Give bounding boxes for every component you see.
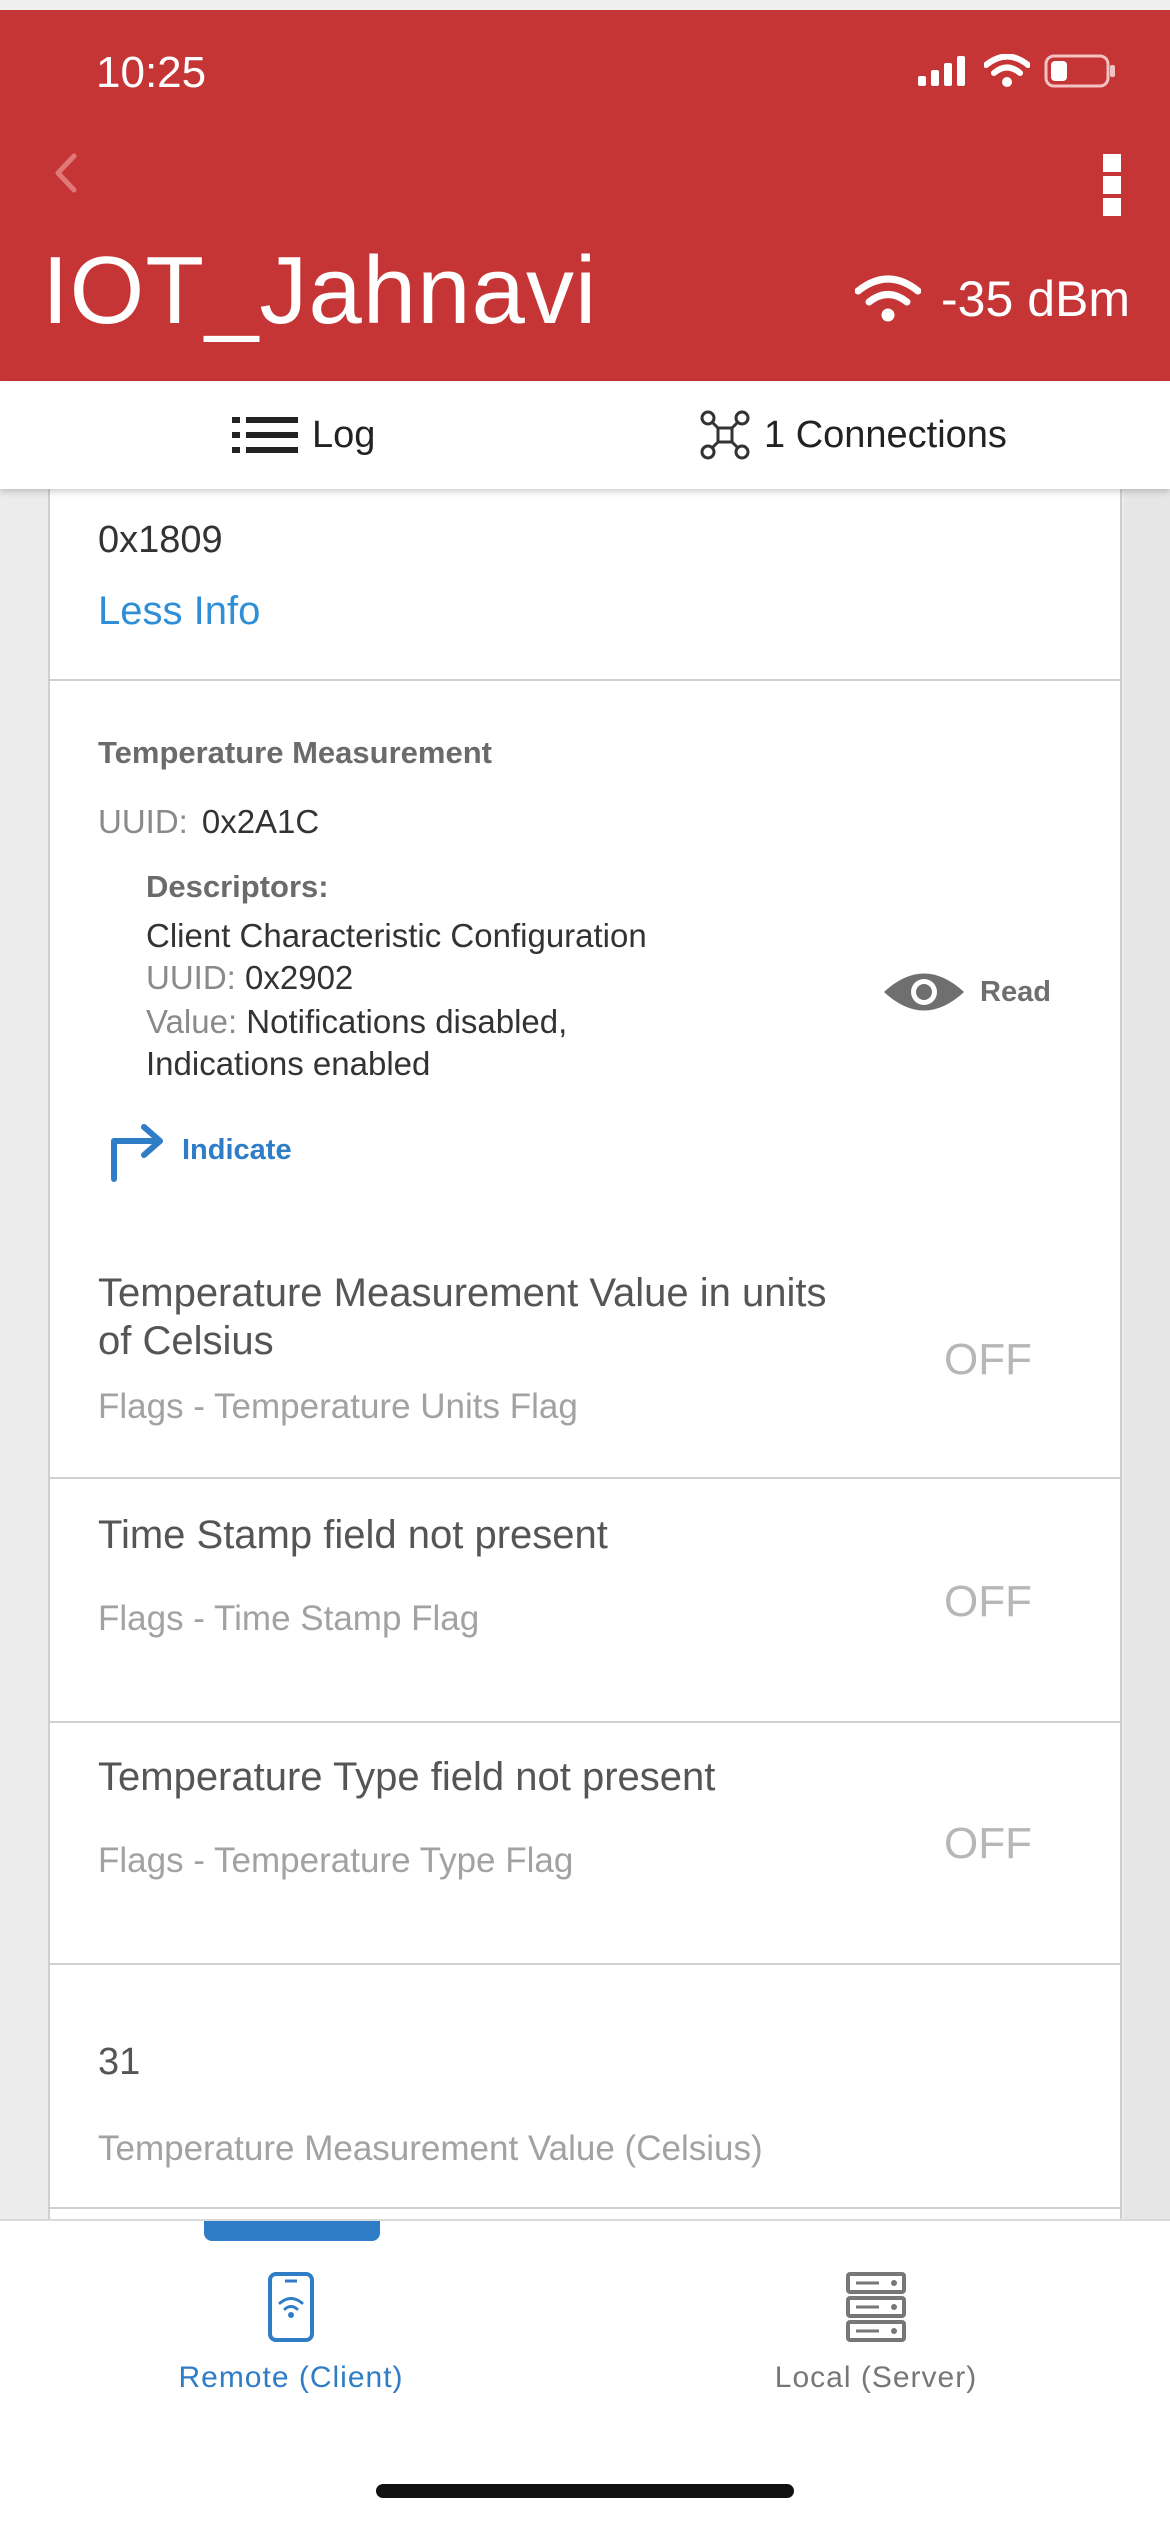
nav-local-server[interactable]: Local (Server) xyxy=(726,2271,1026,2395)
uuid-value: 0x2A1C xyxy=(201,803,320,840)
field-state: OFF xyxy=(944,1335,1032,1384)
wifi-status-icon xyxy=(984,54,1030,87)
rssi-value: -35 dBm xyxy=(941,271,1130,327)
descriptor-value: Value: Notifications disabled, Indicatio… xyxy=(146,1001,706,1085)
uuid-label: UUID: xyxy=(98,803,188,840)
back-icon[interactable] xyxy=(44,150,90,196)
tab-connections-label: 1 Connections xyxy=(764,413,1007,456)
home-indicator[interactable] xyxy=(376,2484,794,2498)
top-strip xyxy=(0,0,1170,10)
tab-log[interactable]: Log xyxy=(232,381,375,489)
measurement-label: Temperature Measurement Value (Celsius) xyxy=(98,2129,763,2168)
descriptor-name: Client Characteristic Configuration xyxy=(146,917,647,954)
connections-icon xyxy=(700,410,750,460)
service-card: 0x1809 Less Info Temperature Measurement… xyxy=(48,489,1122,2219)
active-tab-indicator xyxy=(204,2221,380,2241)
top-tab-bar: Log 1 Connections xyxy=(0,381,1170,489)
cellular-signal-icon xyxy=(918,56,965,86)
battery-icon xyxy=(1044,54,1115,88)
nav-remote-client[interactable]: Remote (Client) xyxy=(141,2271,441,2395)
read-button[interactable]: Read xyxy=(882,969,1051,1015)
divider xyxy=(50,679,1120,681)
characteristic-uuid: UUID: 0x2A1C xyxy=(98,803,319,841)
scroll-track xyxy=(1124,489,1170,2219)
descriptor-uuid-value: 0x2902 xyxy=(245,959,354,996)
field-title: Temperature Type field not present xyxy=(98,1755,716,1799)
field-state: OFF xyxy=(944,1819,1032,1868)
field-subtitle: Flags - Temperature Units Flag xyxy=(98,1387,578,1426)
divider xyxy=(50,1963,1120,1965)
descriptor-value-label: Value: xyxy=(146,1003,238,1040)
app-header: 10:25 IOT_Jahnavi -35 dBm xyxy=(0,0,1170,381)
tab-connections[interactable]: 1 Connections xyxy=(700,381,1007,489)
measurement-value: 31 xyxy=(98,2041,141,2083)
read-label: Read xyxy=(980,975,1051,1008)
more-options-icon[interactable] xyxy=(1100,154,1124,216)
field-subtitle: Flags - Temperature Type Flag xyxy=(98,1841,574,1880)
status-time: 10:25 xyxy=(96,48,207,97)
nav-client-label: Remote (Client) xyxy=(178,2361,404,2394)
descriptor-uuid: UUID: 0x2902 xyxy=(146,959,353,997)
field-title: Temperature Measurement Value in units o… xyxy=(98,1271,827,1363)
indicate-label: Indicate xyxy=(182,1133,292,1166)
descriptors-heading: Descriptors: xyxy=(146,869,329,904)
phone-wifi-icon xyxy=(268,2272,314,2342)
characteristic-name: Temperature Measurement xyxy=(98,735,492,770)
nav-server-label: Local (Server) xyxy=(774,2361,978,2394)
device-name: IOT_Jahnavi xyxy=(42,237,598,344)
indicate-button[interactable]: Indicate xyxy=(104,1117,292,1183)
less-info-link[interactable]: Less Info xyxy=(98,589,260,634)
tab-log-label: Log xyxy=(312,413,376,456)
server-icon xyxy=(846,2272,906,2342)
list-icon xyxy=(232,417,298,453)
service-uuid: 0x1809 xyxy=(98,519,223,561)
indicate-arrow-icon xyxy=(111,1124,163,1182)
field-state: OFF xyxy=(944,1577,1032,1626)
divider xyxy=(50,2207,1120,2209)
rssi-indicator: -35 dBm xyxy=(855,270,1130,328)
divider xyxy=(50,1721,1120,1723)
eye-icon xyxy=(884,973,964,1011)
field-subtitle: Flags - Time Stamp Flag xyxy=(98,1599,480,1638)
status-icons xyxy=(918,54,1116,88)
signal-strength-icon xyxy=(855,275,922,322)
field-title: Time Stamp field not present xyxy=(98,1513,608,1557)
descriptor-uuid-label: UUID: xyxy=(146,959,236,996)
divider xyxy=(50,1477,1120,1479)
